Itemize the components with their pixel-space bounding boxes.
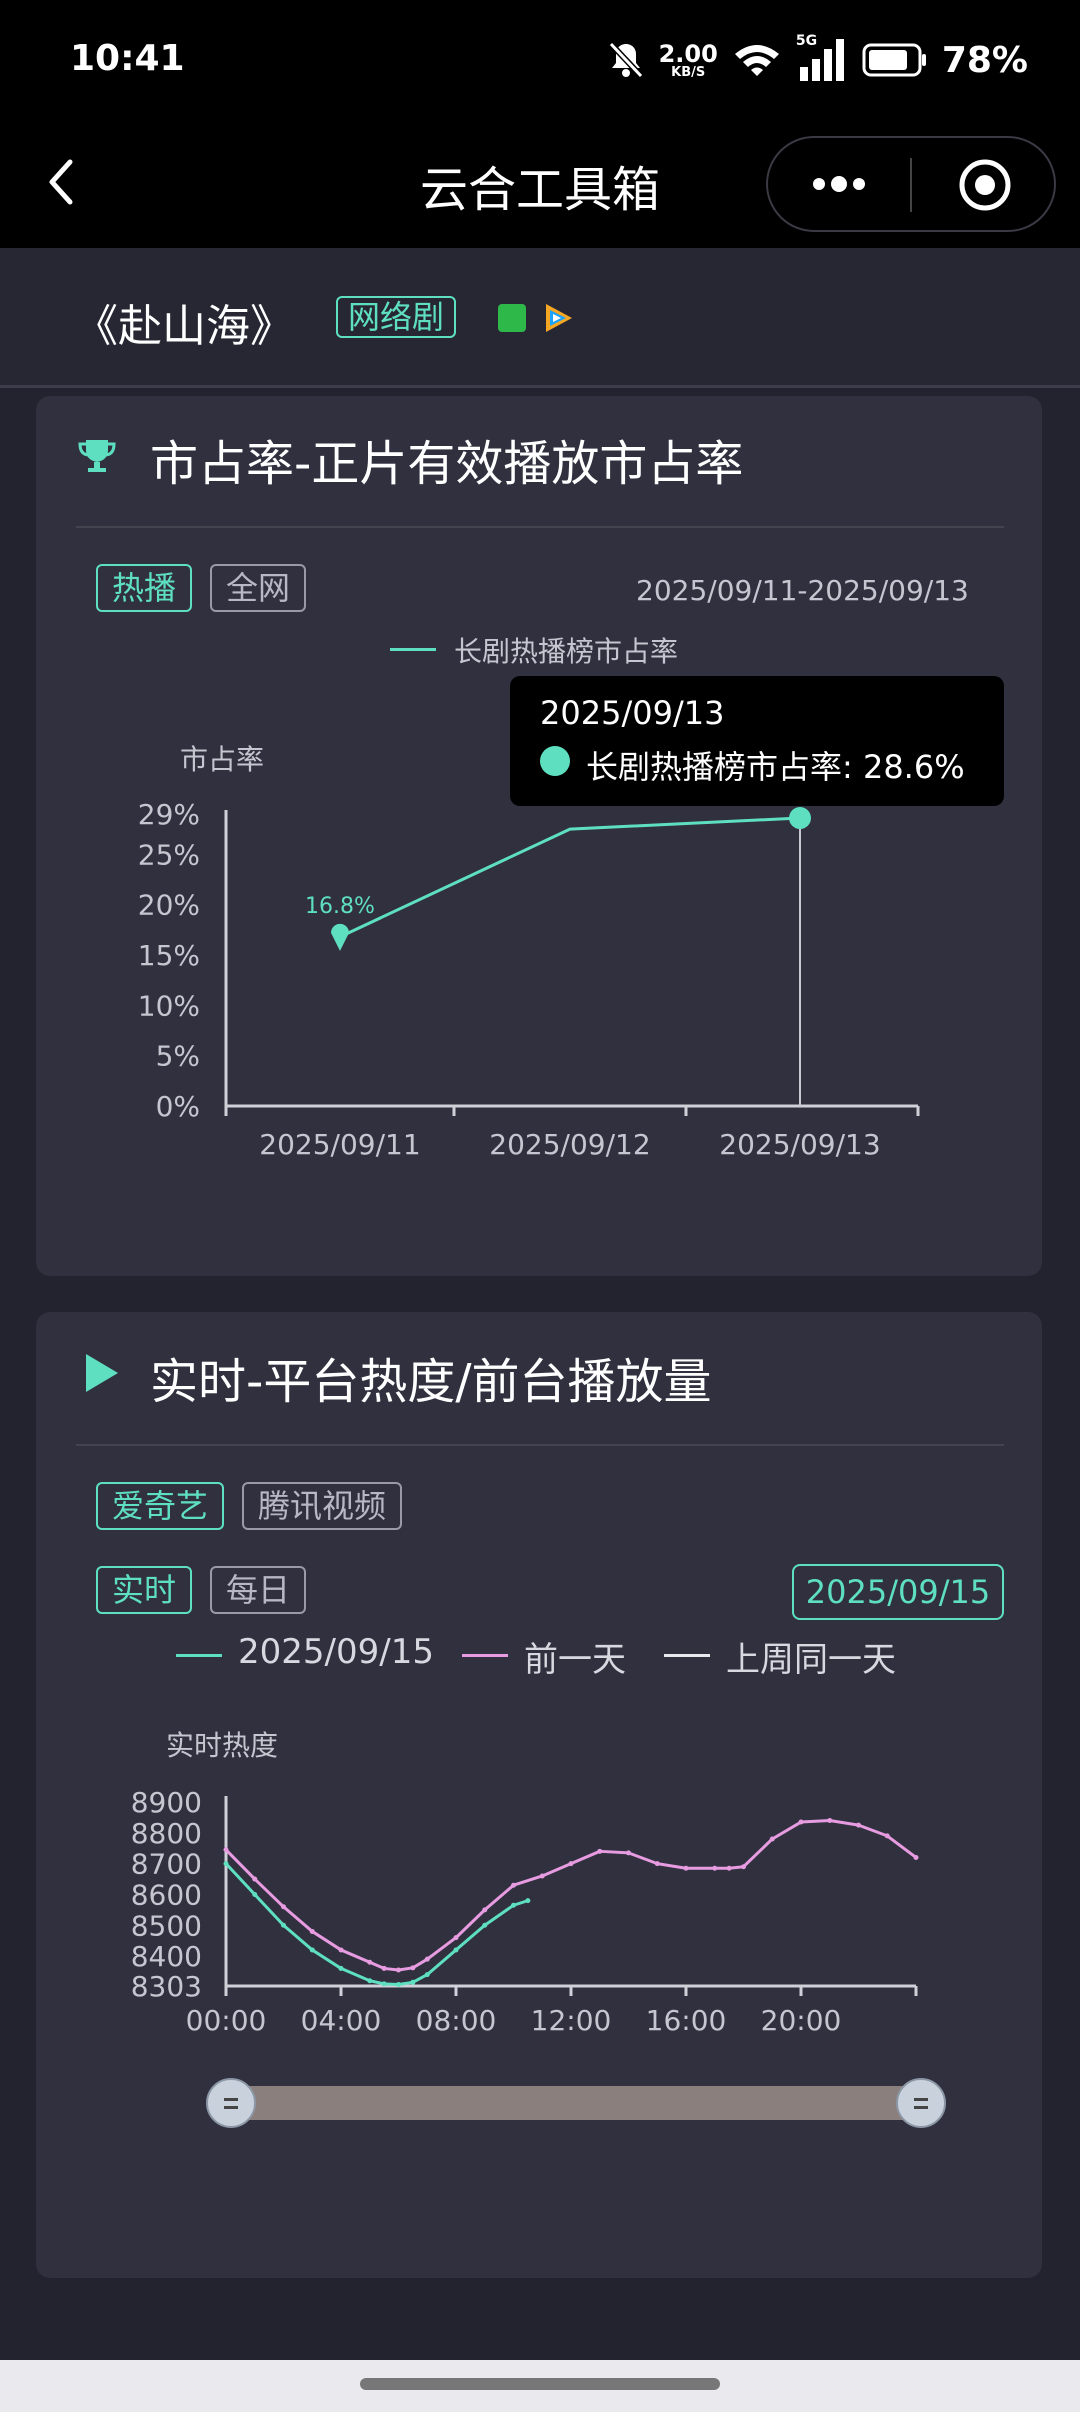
data-point	[281, 1904, 286, 1910]
series-line	[224, 1818, 917, 1972]
data-point	[453, 1935, 459, 1941]
data-point	[338, 1965, 344, 1971]
data-point	[539, 1873, 545, 1879]
data-point	[367, 1959, 373, 1965]
data-point	[482, 1907, 488, 1913]
data-point	[252, 1891, 258, 1897]
data-point	[726, 1865, 732, 1871]
data-point	[381, 1981, 387, 1987]
x-tick-label: 16:00	[646, 2004, 727, 2037]
data-point	[252, 1876, 258, 1882]
data-point	[884, 1833, 890, 1839]
data-point	[396, 1981, 401, 1987]
data-point	[338, 1947, 344, 1953]
data-point	[568, 1861, 574, 1867]
data-point	[424, 1956, 430, 1962]
data-point	[798, 1819, 804, 1825]
data-point	[597, 1848, 603, 1854]
data-point	[856, 1822, 861, 1828]
data-point	[281, 1922, 286, 1928]
data-point	[511, 1902, 516, 1908]
data-point	[654, 1861, 660, 1867]
data-point	[410, 1965, 416, 1971]
data-point	[712, 1865, 718, 1871]
data-point	[223, 1861, 229, 1867]
y-tick-label: 8500	[131, 1909, 202, 1942]
data-point	[410, 1979, 416, 1985]
y-tick-label: 8900	[131, 1786, 202, 1819]
data-point	[827, 1817, 833, 1823]
y-tick-label: 8800	[131, 1817, 202, 1850]
data-point	[381, 1965, 387, 1971]
data-point	[396, 1967, 401, 1973]
realtime-heat-chart: 8303840085008600870088008900 00:00 04:00 08…	[131, 1786, 919, 2037]
data-point	[453, 1947, 459, 1953]
data-point	[683, 1865, 689, 1871]
x-tick-label: 04:00	[301, 2004, 382, 2037]
x-tick-label: 00:00	[186, 2004, 267, 2037]
x-tick-label: 12:00	[531, 2004, 612, 2037]
zoom-handle-left[interactable]	[206, 2078, 256, 2128]
data-point	[309, 1928, 315, 1934]
home-indicator[interactable]	[360, 2378, 720, 2390]
data-point	[482, 1922, 488, 1928]
x-tick-label: 20:00	[761, 2004, 842, 2037]
y-tick-label: 8400	[131, 1940, 202, 1973]
data-point	[424, 1972, 430, 1978]
data-point	[367, 1978, 373, 1984]
y-tick-label: 8600	[131, 1878, 202, 1911]
zoom-handle-right[interactable]	[896, 2078, 946, 2128]
y-tick-label: 8700	[131, 1848, 202, 1881]
data-point	[741, 1864, 746, 1870]
data-point	[511, 1882, 516, 1888]
zoom-slider-track[interactable]	[230, 2086, 922, 2120]
data-point	[525, 1898, 531, 1904]
data-point	[769, 1836, 775, 1842]
y-tick-label: 8303	[131, 1970, 202, 2003]
x-tick-label: 08:00	[416, 2004, 497, 2037]
data-point	[913, 1854, 919, 1860]
data-point	[626, 1850, 631, 1856]
data-point	[309, 1947, 315, 1953]
data-point	[223, 1847, 229, 1853]
